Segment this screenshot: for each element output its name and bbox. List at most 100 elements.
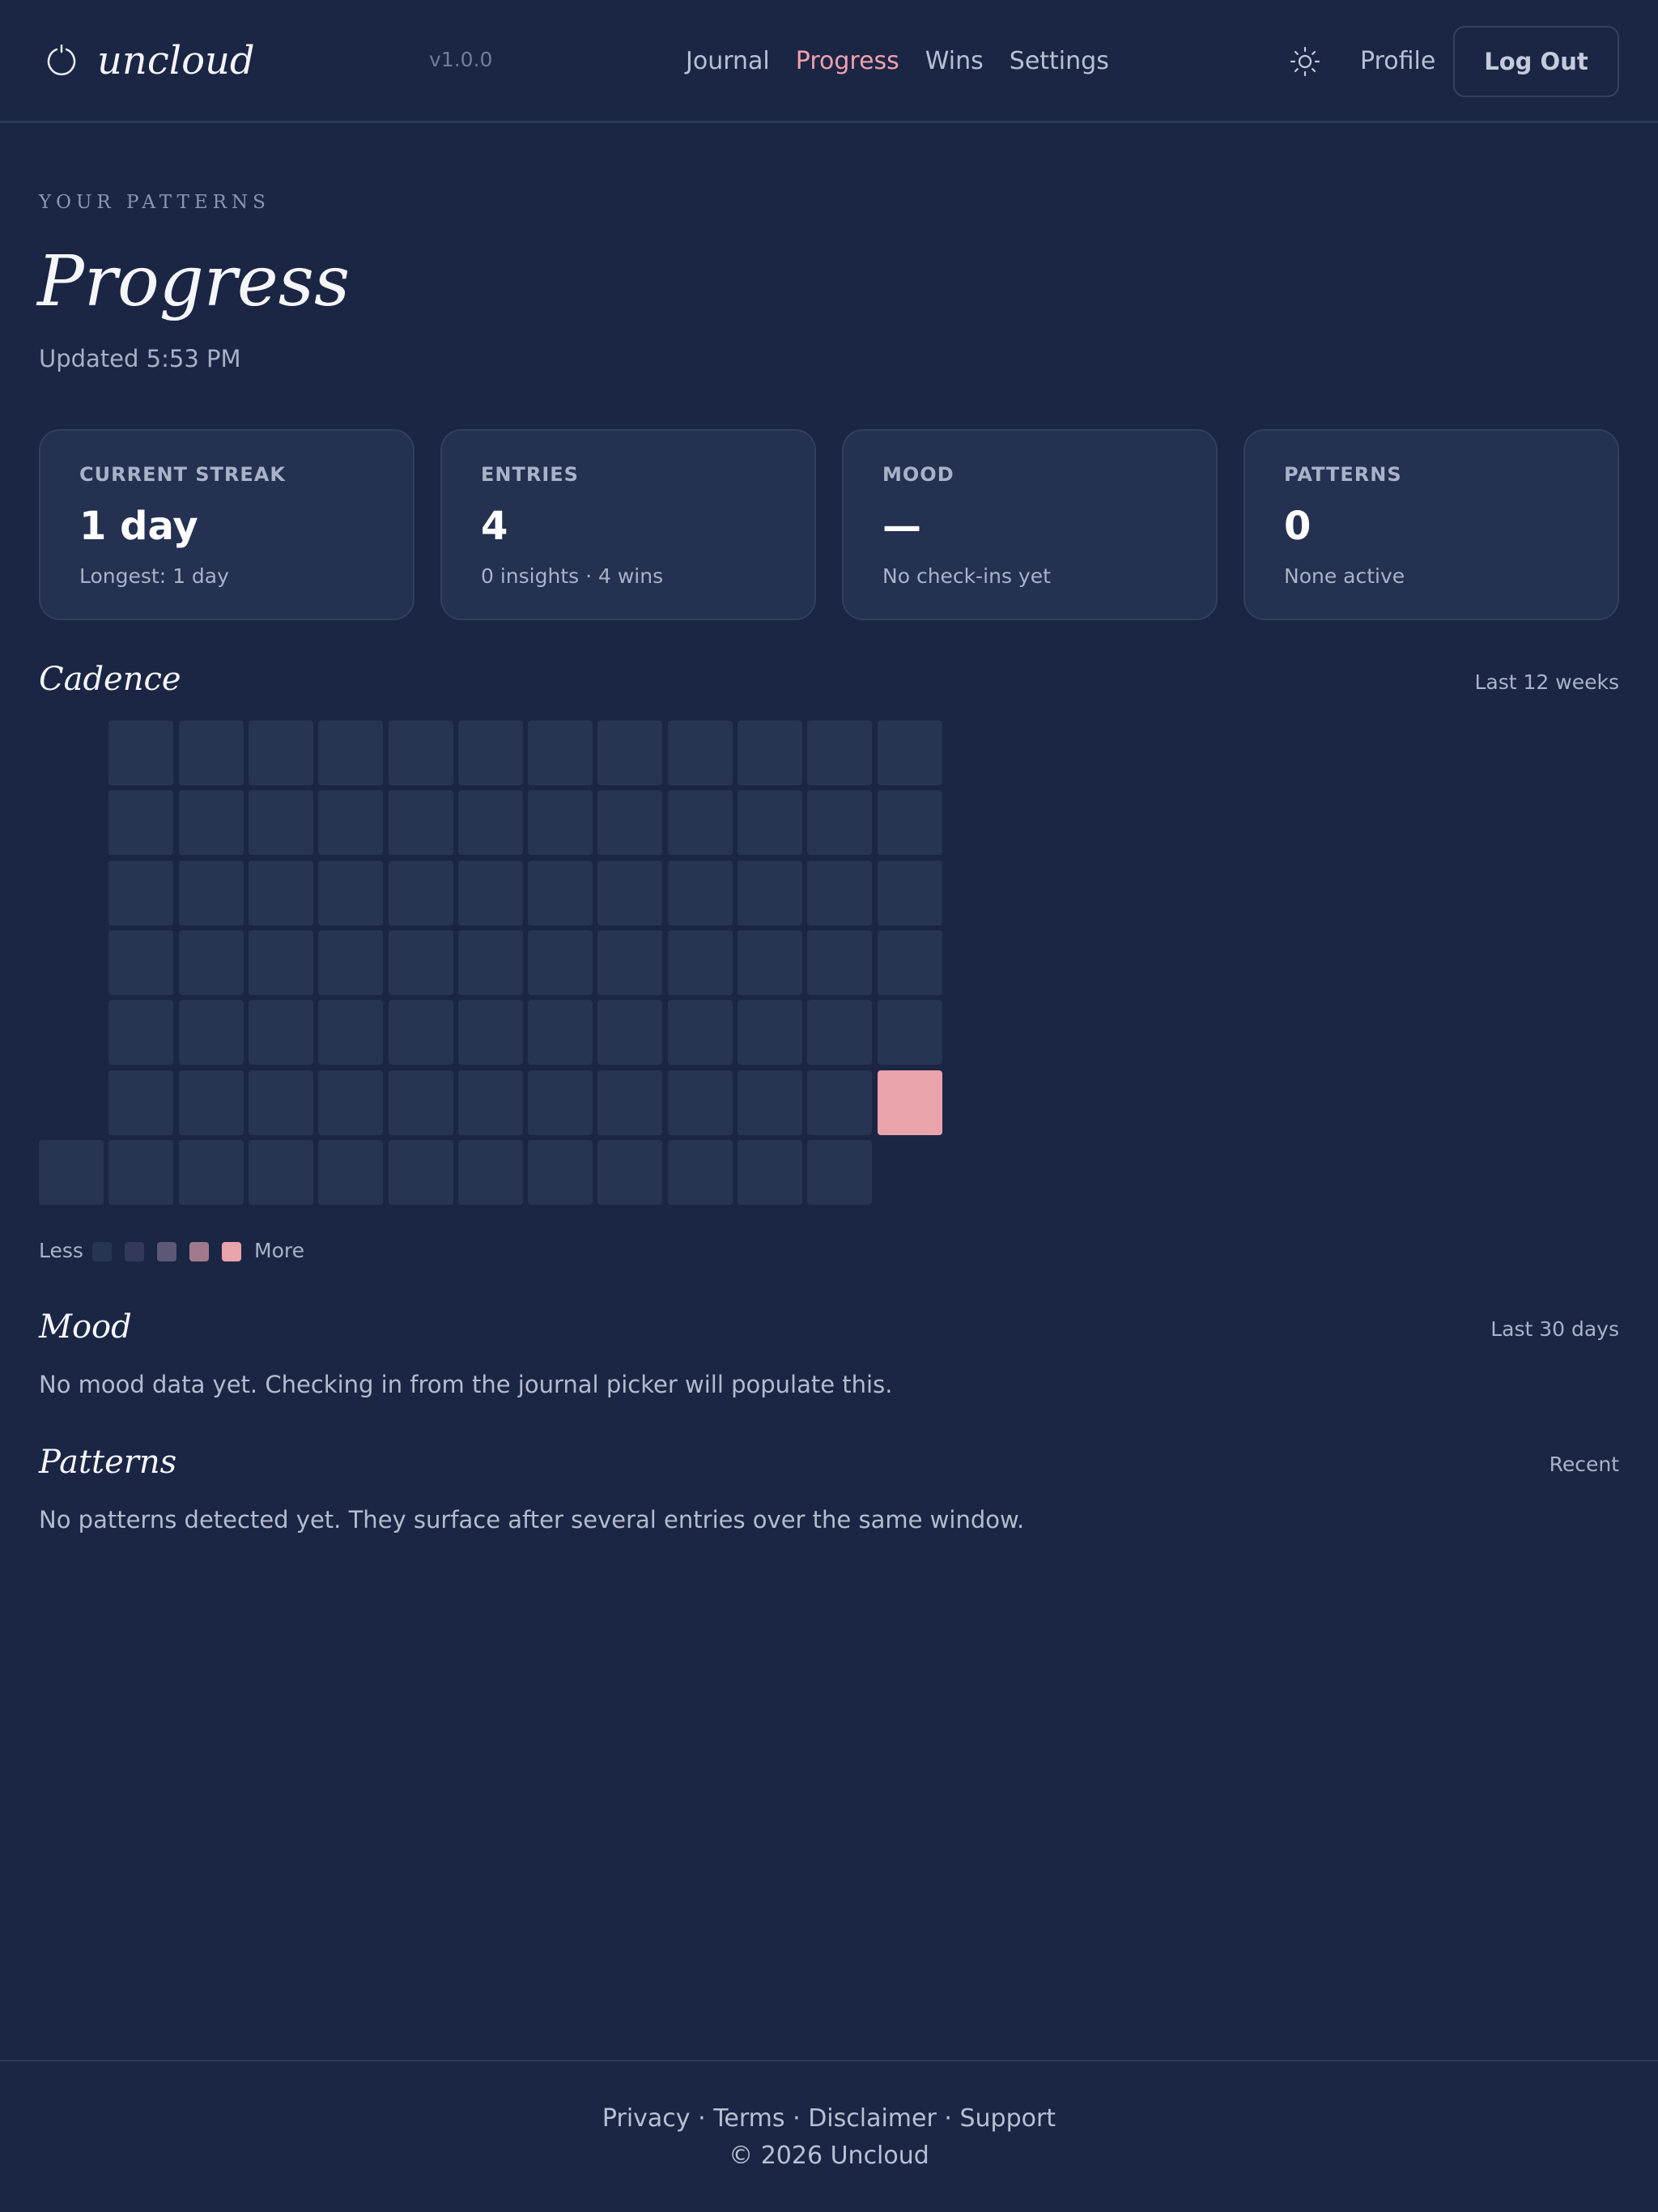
heatmap-cell [249, 721, 313, 785]
heatmap-cell [179, 790, 244, 855]
stat-card-streak: CURRENT STREAK 1 day Longest: 1 day [39, 429, 414, 620]
stat-card-patterns: PATTERNS 0 None active [1244, 429, 1619, 620]
heatmap-cell [668, 1140, 733, 1205]
heatmap-cell [108, 790, 173, 855]
main-nav: Journal Progress Wins Settings [686, 40, 1109, 83]
heatmap-cell [528, 1070, 593, 1135]
heatmap-cell [807, 721, 872, 785]
footer-link-support[interactable]: Support [959, 2104, 1056, 2133]
stat-label: ENTRIES [481, 463, 579, 486]
footer-copyright: © 2026 Uncloud [729, 2142, 929, 2170]
heatmap-cell [108, 1000, 173, 1065]
nav-progress[interactable]: Progress [796, 40, 899, 83]
heatmap-cell [528, 790, 593, 855]
heatmap-cell [807, 790, 872, 855]
cadence-range: Last 12 weeks [1474, 670, 1620, 694]
heatmap-cell [389, 1000, 453, 1065]
patterns-title: Patterns [39, 1444, 177, 1481]
heatmap-cell [807, 1070, 872, 1135]
heatmap-cell [389, 721, 453, 785]
heatmap-cell [389, 790, 453, 855]
page-eyebrow: YOUR PATTERNS [39, 192, 270, 213]
heatmap-cell [878, 861, 942, 925]
heatmap-cell [878, 1070, 942, 1135]
heatmap-cell [318, 861, 383, 925]
heatmap-cell [878, 790, 942, 855]
heatmap-cell [39, 1140, 104, 1205]
logo-icon [47, 45, 76, 75]
heatmap-cell [597, 1070, 662, 1135]
footer-links: Privacy · Terms · Disclaimer · Support [0, 2100, 1658, 2138]
legend-swatch-0 [92, 1242, 112, 1261]
logout-button[interactable]: Log Out [1453, 26, 1619, 97]
heatmap-cell [878, 930, 942, 995]
heatmap-cell [179, 1140, 244, 1205]
heatmap-cell [458, 790, 523, 855]
heatmap-cell [597, 790, 662, 855]
cadence-title: Cadence [39, 661, 181, 698]
profile-link[interactable]: Profile [1360, 40, 1435, 83]
heatmap-cell [249, 1000, 313, 1065]
heatmap-cell [458, 1000, 523, 1065]
nav-settings[interactable]: Settings [1010, 40, 1109, 83]
stat-value: — [882, 504, 921, 549]
mood-title: Mood [39, 1308, 132, 1346]
heatmap-cell [738, 861, 802, 925]
heatmap-cell [597, 721, 662, 785]
heatmap-cell [108, 721, 173, 785]
heatmap-cell [597, 1140, 662, 1205]
stat-subtext: Longest: 1 day [79, 564, 229, 588]
heatmap-cell [738, 1140, 802, 1205]
legend-swatch-2 [157, 1242, 176, 1261]
heatmap-cell [318, 930, 383, 995]
legend-swatch-4 [222, 1242, 241, 1261]
stat-value: 1 day [79, 504, 198, 549]
stat-subtext: No check-ins yet [882, 564, 1051, 588]
heatmap-cell [668, 1070, 733, 1135]
heatmap-cell [108, 1140, 173, 1205]
footer-link-privacy[interactable]: Privacy [602, 2104, 691, 2133]
heatmap-cell [108, 861, 173, 925]
footer-link-terms[interactable]: Terms [713, 2104, 784, 2133]
sun-icon[interactable] [1290, 46, 1320, 77]
heatmap-cell [318, 1140, 383, 1205]
patterns-range: Recent [1549, 1453, 1619, 1476]
heatmap-cell [458, 1070, 523, 1135]
page-footer: Privacy · Terms · Disclaimer · Support ©… [0, 2060, 1658, 2212]
stat-card-mood: MOOD — No check-ins yet [842, 429, 1218, 620]
heatmap-cell [668, 1000, 733, 1065]
heatmap-cell [807, 930, 872, 995]
nav-journal[interactable]: Journal [686, 40, 770, 83]
stat-card-entries: ENTRIES 4 0 insights · 4 wins [440, 429, 816, 620]
footer-link-disclaimer[interactable]: Disclaimer [808, 2104, 937, 2133]
stat-label: CURRENT STREAK [79, 463, 286, 486]
heatmap-cell [458, 1140, 523, 1205]
mood-range: Last 30 days [1490, 1317, 1619, 1341]
heatmap-cell [597, 861, 662, 925]
heatmap-cell [318, 1070, 383, 1135]
heatmap-cell [528, 1000, 593, 1065]
heatmap-cell [807, 861, 872, 925]
footer-separator: · [793, 2104, 801, 2133]
heatmap-cell [389, 1140, 453, 1205]
legend-more-label: More [254, 1239, 304, 1262]
heatmap-cell [878, 721, 942, 785]
cadence-heatmap [39, 721, 942, 1205]
heatmap-cell [458, 861, 523, 925]
heatmap-cell [389, 861, 453, 925]
heatmap-cell [249, 1140, 313, 1205]
heatmap-cell [668, 930, 733, 995]
brand-name[interactable]: uncloud [97, 31, 255, 91]
heatmap-cell [738, 1070, 802, 1135]
heatmap-cell [179, 721, 244, 785]
patterns-empty-text: No patterns detected yet. They surface a… [39, 1506, 1025, 1534]
nav-wins[interactable]: Wins [925, 40, 984, 83]
heatmap-cell [389, 930, 453, 995]
stat-value: 0 [1284, 504, 1312, 549]
heatmap-cell [597, 1000, 662, 1065]
stat-value: 4 [481, 504, 508, 549]
heatmap-cell [528, 1140, 593, 1205]
stat-subtext: None active [1284, 564, 1405, 588]
heatmap-cell [108, 930, 173, 995]
heatmap-cell [668, 721, 733, 785]
